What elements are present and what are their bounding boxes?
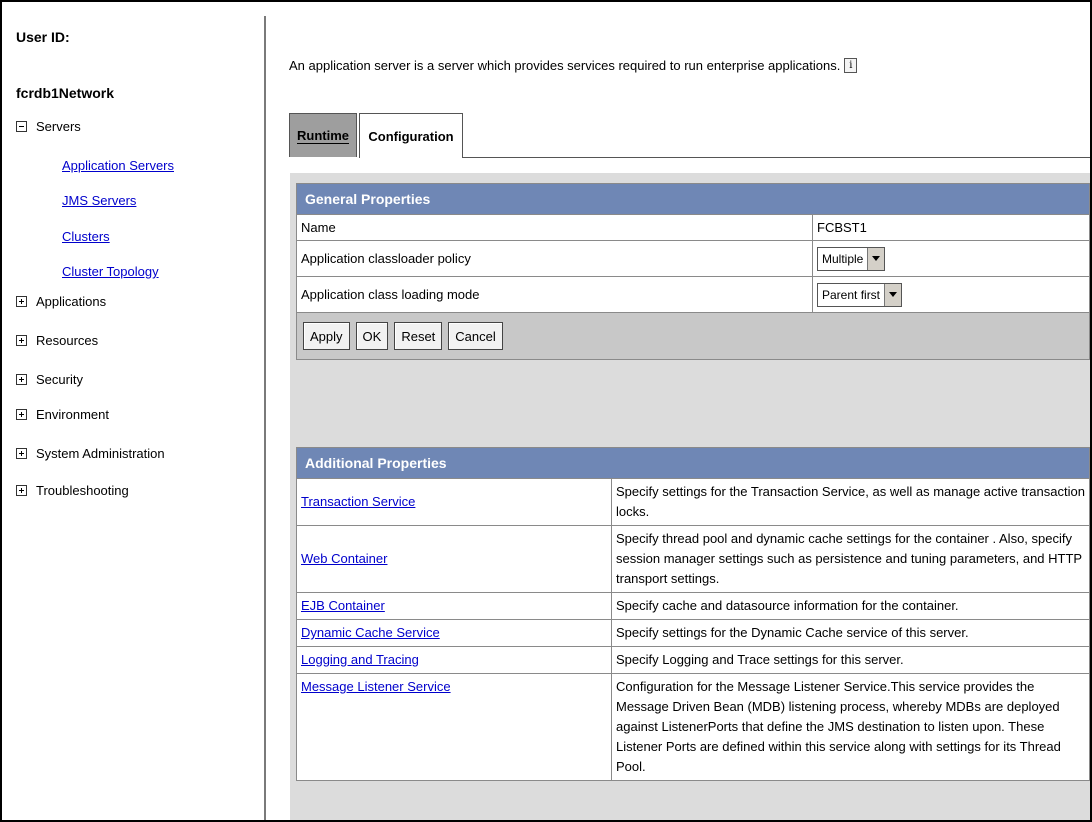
- apply-button[interactable]: Apply: [303, 322, 350, 350]
- link-dynamic-cache-service[interactable]: Dynamic Cache Service: [301, 625, 440, 640]
- chevron-down-icon[interactable]: [884, 283, 902, 306]
- console-frame: User ID: fcrdb1Network Servers Applicati…: [0, 0, 1092, 822]
- property-label: Application classloader policy: [296, 240, 813, 277]
- classloader-policy-select[interactable]: Multiple: [817, 246, 886, 271]
- class-loading-mode-select[interactable]: Parent first: [817, 282, 903, 307]
- link-message-listener-service[interactable]: Message Listener Service: [301, 679, 451, 694]
- button-bar: Apply OK Reset Cancel: [296, 313, 1090, 360]
- link-cell: EJB Container: [296, 592, 612, 620]
- section-header: Additional Properties: [296, 447, 1090, 478]
- expand-icon[interactable]: [16, 409, 27, 420]
- tree-node-label: Applications: [36, 294, 107, 309]
- tree-node-servers[interactable]: Servers: [16, 119, 81, 134]
- link-transaction-service[interactable]: Transaction Service: [301, 494, 415, 509]
- nav-link-clusters[interactable]: Clusters: [62, 229, 110, 244]
- cell-name: fcrdb1Network: [16, 85, 115, 101]
- property-description: Specify settings for the Transaction Ser…: [611, 478, 1090, 526]
- collapse-icon[interactable]: [16, 121, 27, 132]
- description-text: An application server is a server which …: [289, 58, 841, 73]
- link-ejb-container[interactable]: EJB Container: [301, 598, 385, 613]
- tree-node-label: Troubleshooting: [36, 483, 129, 498]
- property-label: Application class loading mode: [296, 276, 813, 313]
- nav-link-application-servers[interactable]: Application Servers: [62, 158, 174, 173]
- link-cell: Logging and Tracing: [296, 646, 612, 674]
- property-description: Specify Logging and Trace settings for t…: [611, 646, 1090, 674]
- sidebar-divider: [264, 16, 266, 820]
- user-id-label: User ID:: [16, 29, 70, 45]
- property-description: Specify cache and datasource information…: [611, 592, 1090, 620]
- general-properties-table: Name FCBST1 Application classloader poli…: [296, 214, 1090, 313]
- table-row: Transaction Service Specify settings for…: [296, 478, 1090, 526]
- tab-baseline: [463, 157, 1090, 158]
- property-description: Specify settings for the Dynamic Cache s…: [611, 619, 1090, 647]
- table-row: Logging and Tracing Specify Logging and …: [296, 646, 1090, 674]
- expand-icon[interactable]: [16, 335, 27, 346]
- table-row: Application classloader policy Multiple: [296, 240, 1090, 277]
- expand-icon[interactable]: [16, 448, 27, 459]
- property-value-cell: Parent first: [812, 276, 1090, 313]
- table-row: Message Listener Service Configuration f…: [296, 673, 1090, 781]
- additional-properties-section: Additional Properties Transaction Servic…: [296, 447, 1090, 781]
- page-description: An application server is a server which …: [289, 58, 858, 73]
- tree-node-label: System Administration: [36, 446, 165, 461]
- additional-properties-table: Transaction Service Specify settings for…: [296, 478, 1090, 781]
- expand-icon[interactable]: [16, 485, 27, 496]
- tree-node-label: Resources: [36, 333, 99, 348]
- tree-node-resources[interactable]: Resources: [16, 333, 98, 348]
- tree-node-label: Security: [36, 372, 83, 387]
- select-value: Parent first: [822, 287, 881, 302]
- tree-node-label: Environment: [36, 407, 109, 422]
- tree-node-label: Servers: [36, 119, 81, 134]
- table-row: EJB Container Specify cache and datasour…: [296, 592, 1090, 620]
- navigation-sidebar: User ID: fcrdb1Network Servers Applicati…: [2, 2, 264, 820]
- link-cell: Transaction Service: [296, 478, 612, 526]
- table-row: Name FCBST1: [296, 214, 1090, 241]
- reset-button[interactable]: Reset: [394, 322, 443, 350]
- link-web-container[interactable]: Web Container: [301, 551, 387, 566]
- expand-icon[interactable]: [16, 296, 27, 307]
- cancel-button[interactable]: Cancel: [448, 322, 503, 350]
- tree-node-security[interactable]: Security: [16, 372, 83, 387]
- link-cell: Web Container: [296, 525, 612, 593]
- property-label: Name: [296, 214, 813, 241]
- ok-button[interactable]: OK: [355, 322, 389, 350]
- tab-runtime[interactable]: Runtime: [289, 113, 357, 157]
- expand-icon[interactable]: [16, 374, 27, 385]
- property-description: Specify thread pool and dynamic cache se…: [611, 525, 1090, 593]
- link-cell: Message Listener Service: [296, 673, 612, 781]
- info-icon[interactable]: i: [844, 58, 858, 73]
- property-value: FCBST1: [812, 214, 1090, 241]
- tree-node-troubleshooting[interactable]: Troubleshooting: [16, 483, 129, 498]
- section-header: General Properties: [296, 183, 1090, 214]
- property-value-cell: Multiple: [812, 240, 1090, 277]
- tree-node-environment[interactable]: Environment: [16, 407, 109, 422]
- nav-link-cluster-topology[interactable]: Cluster Topology: [62, 264, 159, 279]
- property-description: Configuration for the Message Listener S…: [611, 673, 1090, 781]
- table-row: Dynamic Cache Service Specify settings f…: [296, 619, 1090, 647]
- table-row: Application class loading mode Parent fi…: [296, 276, 1090, 313]
- tab-configuration[interactable]: Configuration: [359, 113, 463, 158]
- select-value: Multiple: [822, 251, 864, 266]
- tree-node-system-administration[interactable]: System Administration: [16, 446, 165, 461]
- tab-label: Configuration: [368, 128, 454, 144]
- tab-label: Runtime: [297, 127, 349, 144]
- nav-link-jms-servers[interactable]: JMS Servers: [62, 193, 136, 208]
- chevron-down-icon[interactable]: [867, 247, 885, 270]
- table-row: Web Container Specify thread pool and dy…: [296, 525, 1090, 593]
- link-cell: Dynamic Cache Service: [296, 619, 612, 647]
- link-logging-and-tracing[interactable]: Logging and Tracing: [301, 652, 419, 667]
- tree-node-applications[interactable]: Applications: [16, 294, 106, 309]
- general-properties-section: General Properties Name FCBST1 Applicati…: [296, 183, 1090, 360]
